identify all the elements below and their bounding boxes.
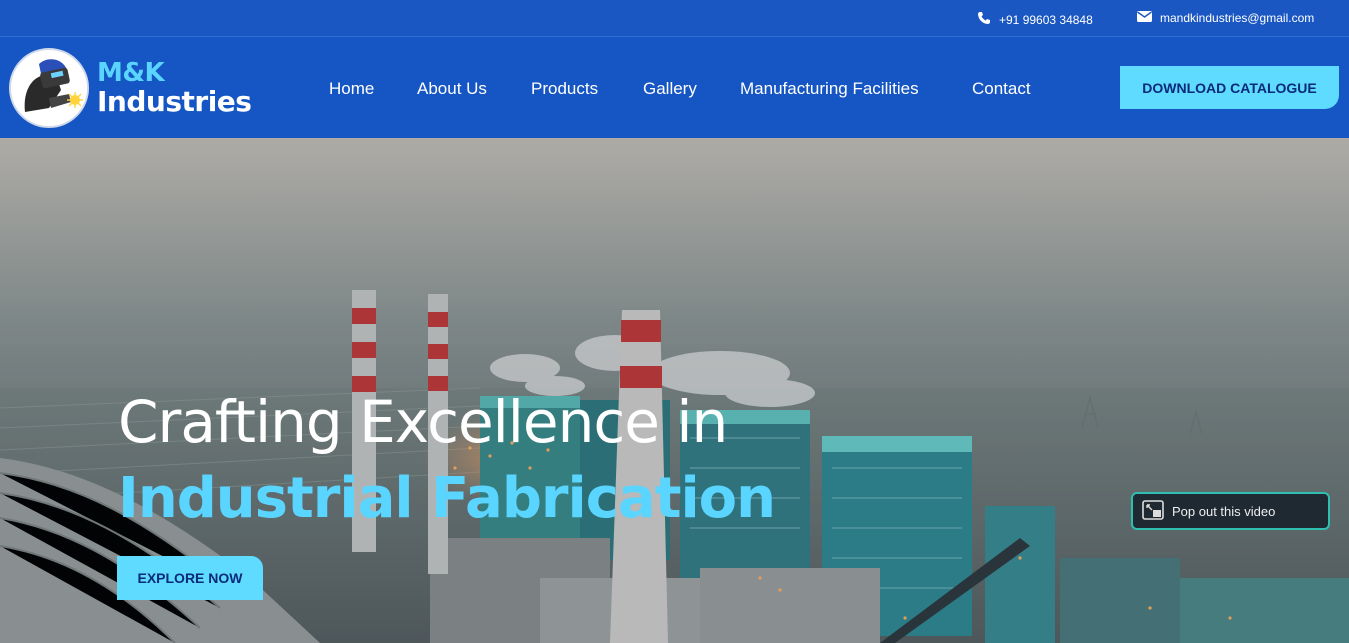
brand-name: M&K Industries xyxy=(97,58,252,118)
nav-about-us[interactable]: About Us xyxy=(417,79,487,99)
hero-headline-line1: Crafting Excellence in xyxy=(118,388,728,456)
nav-home[interactable]: Home xyxy=(329,79,374,99)
phone-icon xyxy=(977,11,991,28)
brand-name-line2: Industries xyxy=(97,85,252,118)
hero-headline-line2: Industrial Fabrication xyxy=(118,466,776,531)
explore-now-button[interactable]: EXPLORE NOW xyxy=(117,556,263,600)
nav-contact[interactable]: Contact xyxy=(972,79,1031,99)
download-catalogue-button[interactable]: DOWNLOAD CATALOGUE xyxy=(1120,66,1339,109)
phone-contact[interactable]: +91 99603 34848 xyxy=(977,11,1093,28)
email-contact[interactable]: mandkindustries@gmail.com xyxy=(1137,11,1314,25)
nav-gallery[interactable]: Gallery xyxy=(643,79,697,99)
hero-video: Crafting Excellence in Industrial Fabric… xyxy=(0,138,1349,643)
pop-out-video-label: Pop out this video xyxy=(1172,503,1276,519)
pop-out-video-button[interactable]: Pop out this video xyxy=(1131,492,1330,530)
logo[interactable]: M&K Industries xyxy=(9,48,252,128)
brand-name-line1: M&K xyxy=(97,58,165,88)
email-address: mandkindustries@gmail.com xyxy=(1160,11,1315,25)
top-contact-bar: +91 99603 34848 mandkindustries@gmail.co… xyxy=(0,0,1349,37)
phone-number: +91 99603 34848 xyxy=(999,12,1093,27)
site-header: M&K Industries Home About Us Products Ga… xyxy=(0,37,1349,138)
envelope-icon xyxy=(1137,11,1152,25)
nav-manufacturing-facilities[interactable]: Manufacturing Facilities xyxy=(740,79,919,99)
nav-products[interactable]: Products xyxy=(531,79,598,99)
welder-logo-icon xyxy=(9,48,89,128)
picture-in-picture-icon xyxy=(1142,499,1164,523)
